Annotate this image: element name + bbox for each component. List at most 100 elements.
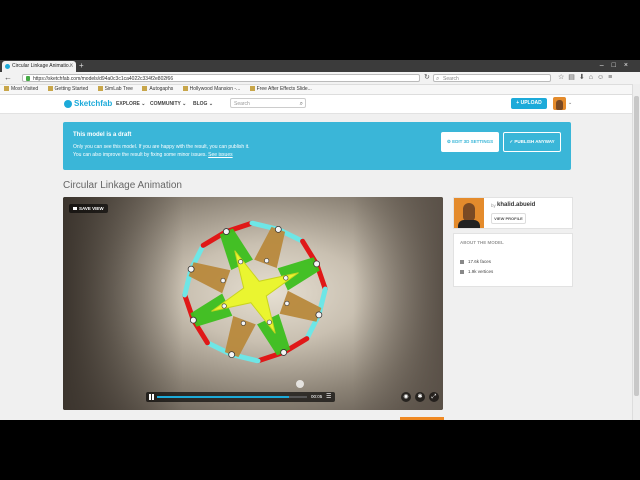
draft-line-1: Only you can see this model. If you are … xyxy=(73,144,250,150)
avatar-face xyxy=(556,100,563,110)
bookmark-icon xyxy=(47,86,53,92)
eye-icon[interactable]: ◉ xyxy=(401,392,411,402)
bookmark-icon xyxy=(249,86,255,92)
arm-plate xyxy=(257,314,291,356)
joint xyxy=(221,303,227,309)
bookmark-item[interactable]: Most Visited xyxy=(4,85,38,94)
arm-plate xyxy=(279,290,322,322)
joint xyxy=(313,260,321,268)
bookmark-icon xyxy=(97,86,103,92)
logo-icon xyxy=(64,99,72,108)
arm-plate xyxy=(190,293,233,327)
browser-search-placeholder: Search xyxy=(443,76,459,82)
draft-title: This model is a draft xyxy=(73,132,132,138)
site-search-placeholder: Search xyxy=(234,101,250,107)
publish-anyway-button[interactable]: ✓ PUBLISH ANYWAY xyxy=(503,132,561,152)
bookmark-item[interactable]: Hollywood Mansion -... xyxy=(182,85,240,94)
joint xyxy=(283,275,289,281)
browser-search-input[interactable]: ⌕ Search xyxy=(433,74,551,82)
user-avatar[interactable] xyxy=(553,97,566,110)
chevron-down-icon[interactable]: ⌄ xyxy=(568,100,572,106)
nav-bar: ← https://sketchfab.com/models/d94a0c3c1… xyxy=(0,72,640,85)
tab-title: Circular Linkage Animatio... xyxy=(12,63,73,69)
window-controls[interactable]: –□× xyxy=(600,60,636,71)
sketchfab-favicon xyxy=(5,64,10,69)
bookmarks-bar: Most Visited Getting Started SimLab Tree… xyxy=(0,85,640,95)
site-search-input[interactable]: Search ⌕ xyxy=(230,98,306,108)
about-model-card: ABOUT THE MODEL 17.6k faces 1.9k vertice… xyxy=(453,233,573,287)
joint xyxy=(228,351,236,358)
about-heading: ABOUT THE MODEL xyxy=(460,240,504,245)
joint xyxy=(240,320,246,326)
bookmark-item[interactable]: Free After Effects Slide... xyxy=(249,85,312,94)
joint xyxy=(280,349,288,356)
new-tab-button[interactable]: + xyxy=(79,61,84,71)
animation-progress[interactable] xyxy=(157,396,307,398)
bookmark-item[interactable]: SimLab Tree xyxy=(97,85,133,94)
draft-line-2: You can also improve the result by fixin… xyxy=(73,152,233,158)
arm-plate xyxy=(188,262,231,294)
progress-fill xyxy=(157,396,289,398)
avatar-shirt xyxy=(458,220,480,228)
fullscreen-icon[interactable]: ⤢ xyxy=(429,392,439,402)
orange-button-edge[interactable] xyxy=(400,417,444,420)
settings-icon[interactable]: ✱ xyxy=(415,392,425,402)
close-tab-icon[interactable]: × xyxy=(69,61,73,72)
draft-banner: This model is a draft Only you can see t… xyxy=(63,122,571,170)
site-header: Sketchfab EXPLORE ⌄ COMMUNITY ⌄ BLOG ⌄ S… xyxy=(0,95,632,114)
menu-community[interactable]: COMMUNITY ⌄ xyxy=(150,99,186,109)
joint xyxy=(274,226,282,233)
faces-icon xyxy=(460,259,464,264)
bookmark-icon xyxy=(4,86,9,92)
scrollbar-thumb[interactable] xyxy=(634,96,639,396)
view-profile-button[interactable]: VIEW PROFILE xyxy=(491,213,526,224)
see-issues-link[interactable]: See issues xyxy=(208,152,232,158)
pause-icon[interactable] xyxy=(149,394,154,400)
edit-3d-settings-button[interactable]: ⚙ EDIT 3D SETTINGS xyxy=(441,132,499,152)
joint xyxy=(222,228,230,235)
joint xyxy=(238,259,244,265)
bookmark-icon xyxy=(142,86,148,92)
lock-icon xyxy=(26,76,30,81)
animation-time: 00:05 xyxy=(311,394,323,399)
author-avatar[interactable] xyxy=(454,198,484,228)
linkage-model[interactable] xyxy=(63,197,443,410)
joint xyxy=(189,316,197,324)
menu-explore[interactable]: EXPLORE ⌄ xyxy=(116,99,146,109)
vertices-stat: 1.9k vertices xyxy=(460,269,493,274)
arm-plate xyxy=(219,228,253,270)
by-label: by xyxy=(491,203,496,208)
bookmark-item[interactable]: Getting Started xyxy=(47,85,88,94)
browser-tab[interactable]: Circular Linkage Animatio... × xyxy=(2,61,76,72)
url-bar[interactable]: https://sketchfab.com/models/d94a0c3c1ca… xyxy=(22,74,420,82)
avatar-face xyxy=(463,203,475,221)
model-title: Circular Linkage Animation xyxy=(63,180,182,191)
joint xyxy=(266,319,272,325)
back-button[interactable]: ← xyxy=(4,73,12,83)
reload-button[interactable]: ↻ xyxy=(424,73,430,83)
toolbar-icons[interactable]: ☆▤⬇⌂☺≡ xyxy=(558,73,616,83)
save-view-button[interactable]: SAVE VIEW xyxy=(69,204,108,213)
bookmark-icon xyxy=(182,86,188,92)
url-text: https://sketchfab.com/models/d94a0c3c1ca… xyxy=(33,76,174,82)
joint xyxy=(220,278,226,284)
arm-plate xyxy=(277,257,320,291)
center-star-plate xyxy=(211,250,299,334)
list-icon[interactable]: ☰ xyxy=(326,394,331,400)
model-viewer[interactable]: SAVE VIEW 00:05 ☰ ◉ ✱ ⤢ xyxy=(63,197,443,410)
joint xyxy=(284,300,290,306)
animation-player: 00:05 ☰ xyxy=(146,392,335,402)
menu-blog[interactable]: BLOG ⌄ xyxy=(193,99,213,109)
screen: Circular Linkage Animatio... × + –□× ← h… xyxy=(0,60,640,420)
page-scrollbar[interactable] xyxy=(632,84,640,420)
sketchfab-logo[interactable]: Sketchfab xyxy=(64,98,112,110)
joint xyxy=(187,265,195,273)
bookmark-item[interactable]: Autogaphs xyxy=(142,85,173,94)
author-card: by khalid.abueid VIEW PROFILE xyxy=(453,197,573,229)
arm-plate xyxy=(224,315,256,358)
author-name[interactable]: khalid.abueid xyxy=(497,202,535,208)
upload-button[interactable]: + UPLOAD xyxy=(511,98,547,109)
camera-icon xyxy=(73,207,77,211)
search-icon: ⌕ xyxy=(299,101,303,107)
faces-stat: 17.6k faces xyxy=(460,259,491,264)
